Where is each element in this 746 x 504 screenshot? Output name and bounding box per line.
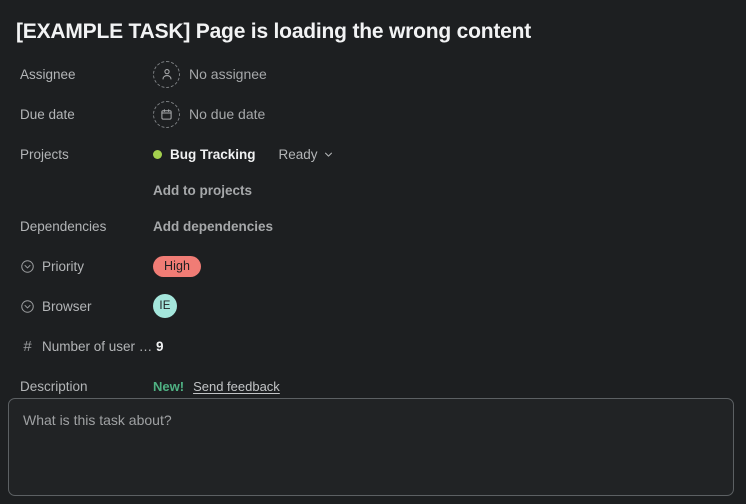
send-feedback-link[interactable]: Send feedback <box>193 379 280 394</box>
field-row-projects: Projects Bug Tracking Ready <box>14 134 732 174</box>
field-row-dependencies: Dependencies Add dependencies <box>14 206 732 246</box>
user-reports-label-text: Number of user r… <box>42 338 153 354</box>
assignee-placeholder-text: No assignee <box>189 66 267 82</box>
single-select-icon <box>20 259 35 274</box>
field-label-description: Description <box>14 379 153 394</box>
project-color-dot <box>153 149 162 159</box>
browser-badge: IE <box>153 294 177 318</box>
task-detail-pane: [EXAMPLE TASK] Page is loading the wrong… <box>0 0 746 504</box>
project-status-text: Ready <box>278 146 318 162</box>
browser-value[interactable]: IE <box>153 294 177 318</box>
description-input[interactable]: What is this task about? <box>8 398 734 496</box>
project-chip-bug-tracking[interactable]: Bug Tracking <box>153 147 256 162</box>
add-dependencies-label: Add dependencies <box>153 218 274 234</box>
project-status-dropdown[interactable]: Ready <box>279 147 334 162</box>
due-date-placeholder-text: No due date <box>189 106 266 122</box>
dependencies-label-text: Dependencies <box>20 218 107 234</box>
field-label-assignee: Assignee <box>14 67 153 82</box>
browser-label-text: Browser <box>42 298 92 314</box>
priority-label-text: Priority <box>42 258 85 274</box>
assignee-label-text: Assignee <box>20 66 76 82</box>
subrow-add-to-projects: Add to projects <box>14 174 732 206</box>
add-to-projects-label: Add to projects <box>153 182 253 198</box>
single-select-icon <box>20 299 35 314</box>
description-label-text: Description <box>20 378 88 394</box>
add-to-projects-button[interactable]: Add to projects <box>153 183 252 198</box>
user-reports-number: 9 <box>156 338 164 354</box>
user-reports-value[interactable]: 9 <box>153 339 164 354</box>
priority-pill: High <box>153 255 202 277</box>
new-badge: New! <box>153 378 185 394</box>
description-header-actions: New! Send feedback <box>153 379 280 394</box>
field-row-user-reports: # Number of user r… 9 <box>14 326 732 366</box>
field-label-dependencies: Dependencies <box>14 219 153 234</box>
field-label-priority[interactable]: Priority <box>14 259 153 274</box>
projects-value: Bug Tracking Ready <box>153 147 334 162</box>
field-label-due-date: Due date <box>14 107 153 122</box>
field-row-due-date: Due date No due date <box>14 94 732 134</box>
page-title[interactable]: [EXAMPLE TASK] Page is loading the wrong… <box>14 0 732 54</box>
assignee-value[interactable]: No assignee <box>153 60 267 88</box>
field-label-browser[interactable]: Browser <box>14 299 153 314</box>
user-placeholder-icon <box>153 60 180 88</box>
due-date-value[interactable]: No due date <box>153 100 266 128</box>
field-label-projects: Projects <box>14 147 153 162</box>
field-label-user-reports[interactable]: # Number of user r… <box>14 339 153 354</box>
field-row-assignee: Assignee No assignee <box>14 54 732 94</box>
priority-value[interactable]: High <box>153 255 202 277</box>
number-icon: # <box>23 338 32 354</box>
field-row-priority: Priority High <box>14 246 732 286</box>
due-date-label-text: Due date <box>20 106 75 122</box>
add-dependencies-button[interactable]: Add dependencies <box>153 219 273 234</box>
field-row-browser: Browser IE <box>14 286 732 326</box>
chevron-down-icon <box>323 149 334 160</box>
description-placeholder-text: What is this task about? <box>23 412 172 428</box>
projects-label-text: Projects <box>20 146 69 162</box>
calendar-placeholder-icon <box>153 100 180 128</box>
project-name-text: Bug Tracking <box>170 146 256 162</box>
